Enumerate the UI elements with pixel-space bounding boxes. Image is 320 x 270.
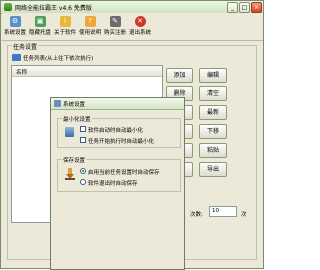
info-icon: i <box>59 16 71 27</box>
toolbar-about-button[interactable]: i 关于软件 <box>53 15 77 39</box>
latest-button[interactable]: 最新 <box>199 105 227 120</box>
window-icon <box>65 127 74 137</box>
app-icon <box>4 3 12 11</box>
register-icon: ✎ <box>109 16 121 27</box>
auto-minimize-on-start-label: 软件启动时自动最小化 <box>88 128 144 134</box>
clear-button[interactable]: 清空 <box>199 86 227 101</box>
exit-icon: ✕ <box>134 16 146 27</box>
loop-count-input[interactable]: 10 <box>209 206 237 217</box>
toolbar-label: 退出系统 <box>128 30 151 36</box>
minimize-settings-caption: 最小化设置 <box>62 115 92 123</box>
loop-count-unit: 次 <box>241 212 247 218</box>
dialog-app-icon <box>54 100 61 107</box>
toolbar-label: 关于软件 <box>53 30 76 36</box>
toolbar-help-button[interactable]: ? 使用说明 <box>78 15 102 39</box>
auto-save-on-apply-radio[interactable] <box>80 168 86 174</box>
toolbar-hide-tray-button[interactable]: ▣ 隐藏托盘 <box>28 15 52 39</box>
close-button[interactable]: × <box>251 2 262 13</box>
dialog-title: 系统设置 <box>63 102 86 108</box>
edit-button[interactable]: 编辑 <box>199 68 227 83</box>
auto-save-on-apply-label: 启用当前任务设置时自动保存 <box>88 170 160 176</box>
toolbar-exit-button[interactable]: ✕ 退出系统 <box>128 15 152 39</box>
help-icon: ? <box>84 16 96 27</box>
add-button[interactable]: 添加 <box>166 68 193 83</box>
dialog-title-bar[interactable]: 系统设置 <box>51 98 184 110</box>
toolbar-register-button[interactable]: ✎ 购买注册 <box>103 15 127 39</box>
toolbar-label: 系统设置 <box>3 30 26 36</box>
auto-save-on-exit-label: 软件退出时自动保存 <box>88 181 138 187</box>
task-list-caption: 任务列表(从上往下依次执行) <box>23 56 94 62</box>
auto-minimize-on-run-label: 任务开始执行时自动最小化 <box>88 139 155 145</box>
auto-minimize-on-run-checkbox[interactable] <box>80 137 86 143</box>
toolbar-settings-button[interactable]: ⚙ 系统设置 <box>3 15 27 39</box>
task-list-icon <box>12 54 21 61</box>
save-icon <box>65 168 75 180</box>
task-list-header: 名称 <box>12 66 162 77</box>
paste-button[interactable]: 粘贴 <box>199 143 227 158</box>
tray-icon: ▣ <box>34 16 46 27</box>
window-title: 网络全能拉霸王 v4.6 免费版 <box>15 5 92 12</box>
toolbar-label: 使用说明 <box>78 30 101 36</box>
save-settings-caption: 保存设置 <box>62 156 87 164</box>
loop-count-label: 次数: <box>190 212 203 218</box>
export-button[interactable]: 导出 <box>199 162 227 177</box>
auto-minimize-on-start-checkbox[interactable] <box>80 126 86 132</box>
toolbar-label: 隐藏托盘 <box>28 30 51 36</box>
minimize-button[interactable]: _ <box>227 2 238 13</box>
column-name-header[interactable]: 名称 <box>16 68 27 76</box>
move-down-button[interactable]: 下移 <box>199 124 227 139</box>
system-settings-dialog: 系统设置 最小化设置 软件启动时自动最小化 任务开始执行时自动最小化 保存设置 … <box>50 97 185 270</box>
toolbar: ⚙ 系统设置 ▣ 隐藏托盘 i 关于软件 ? 使用说明 ✎ 购买注册 ✕ 退出系… <box>2 13 263 41</box>
settings-icon: ⚙ <box>9 16 21 27</box>
task-settings-caption: 任务设置 <box>12 42 39 51</box>
auto-save-on-exit-radio[interactable] <box>80 179 86 185</box>
maximize-button[interactable]: □ <box>239 2 250 13</box>
toolbar-label: 购买注册 <box>103 30 126 36</box>
